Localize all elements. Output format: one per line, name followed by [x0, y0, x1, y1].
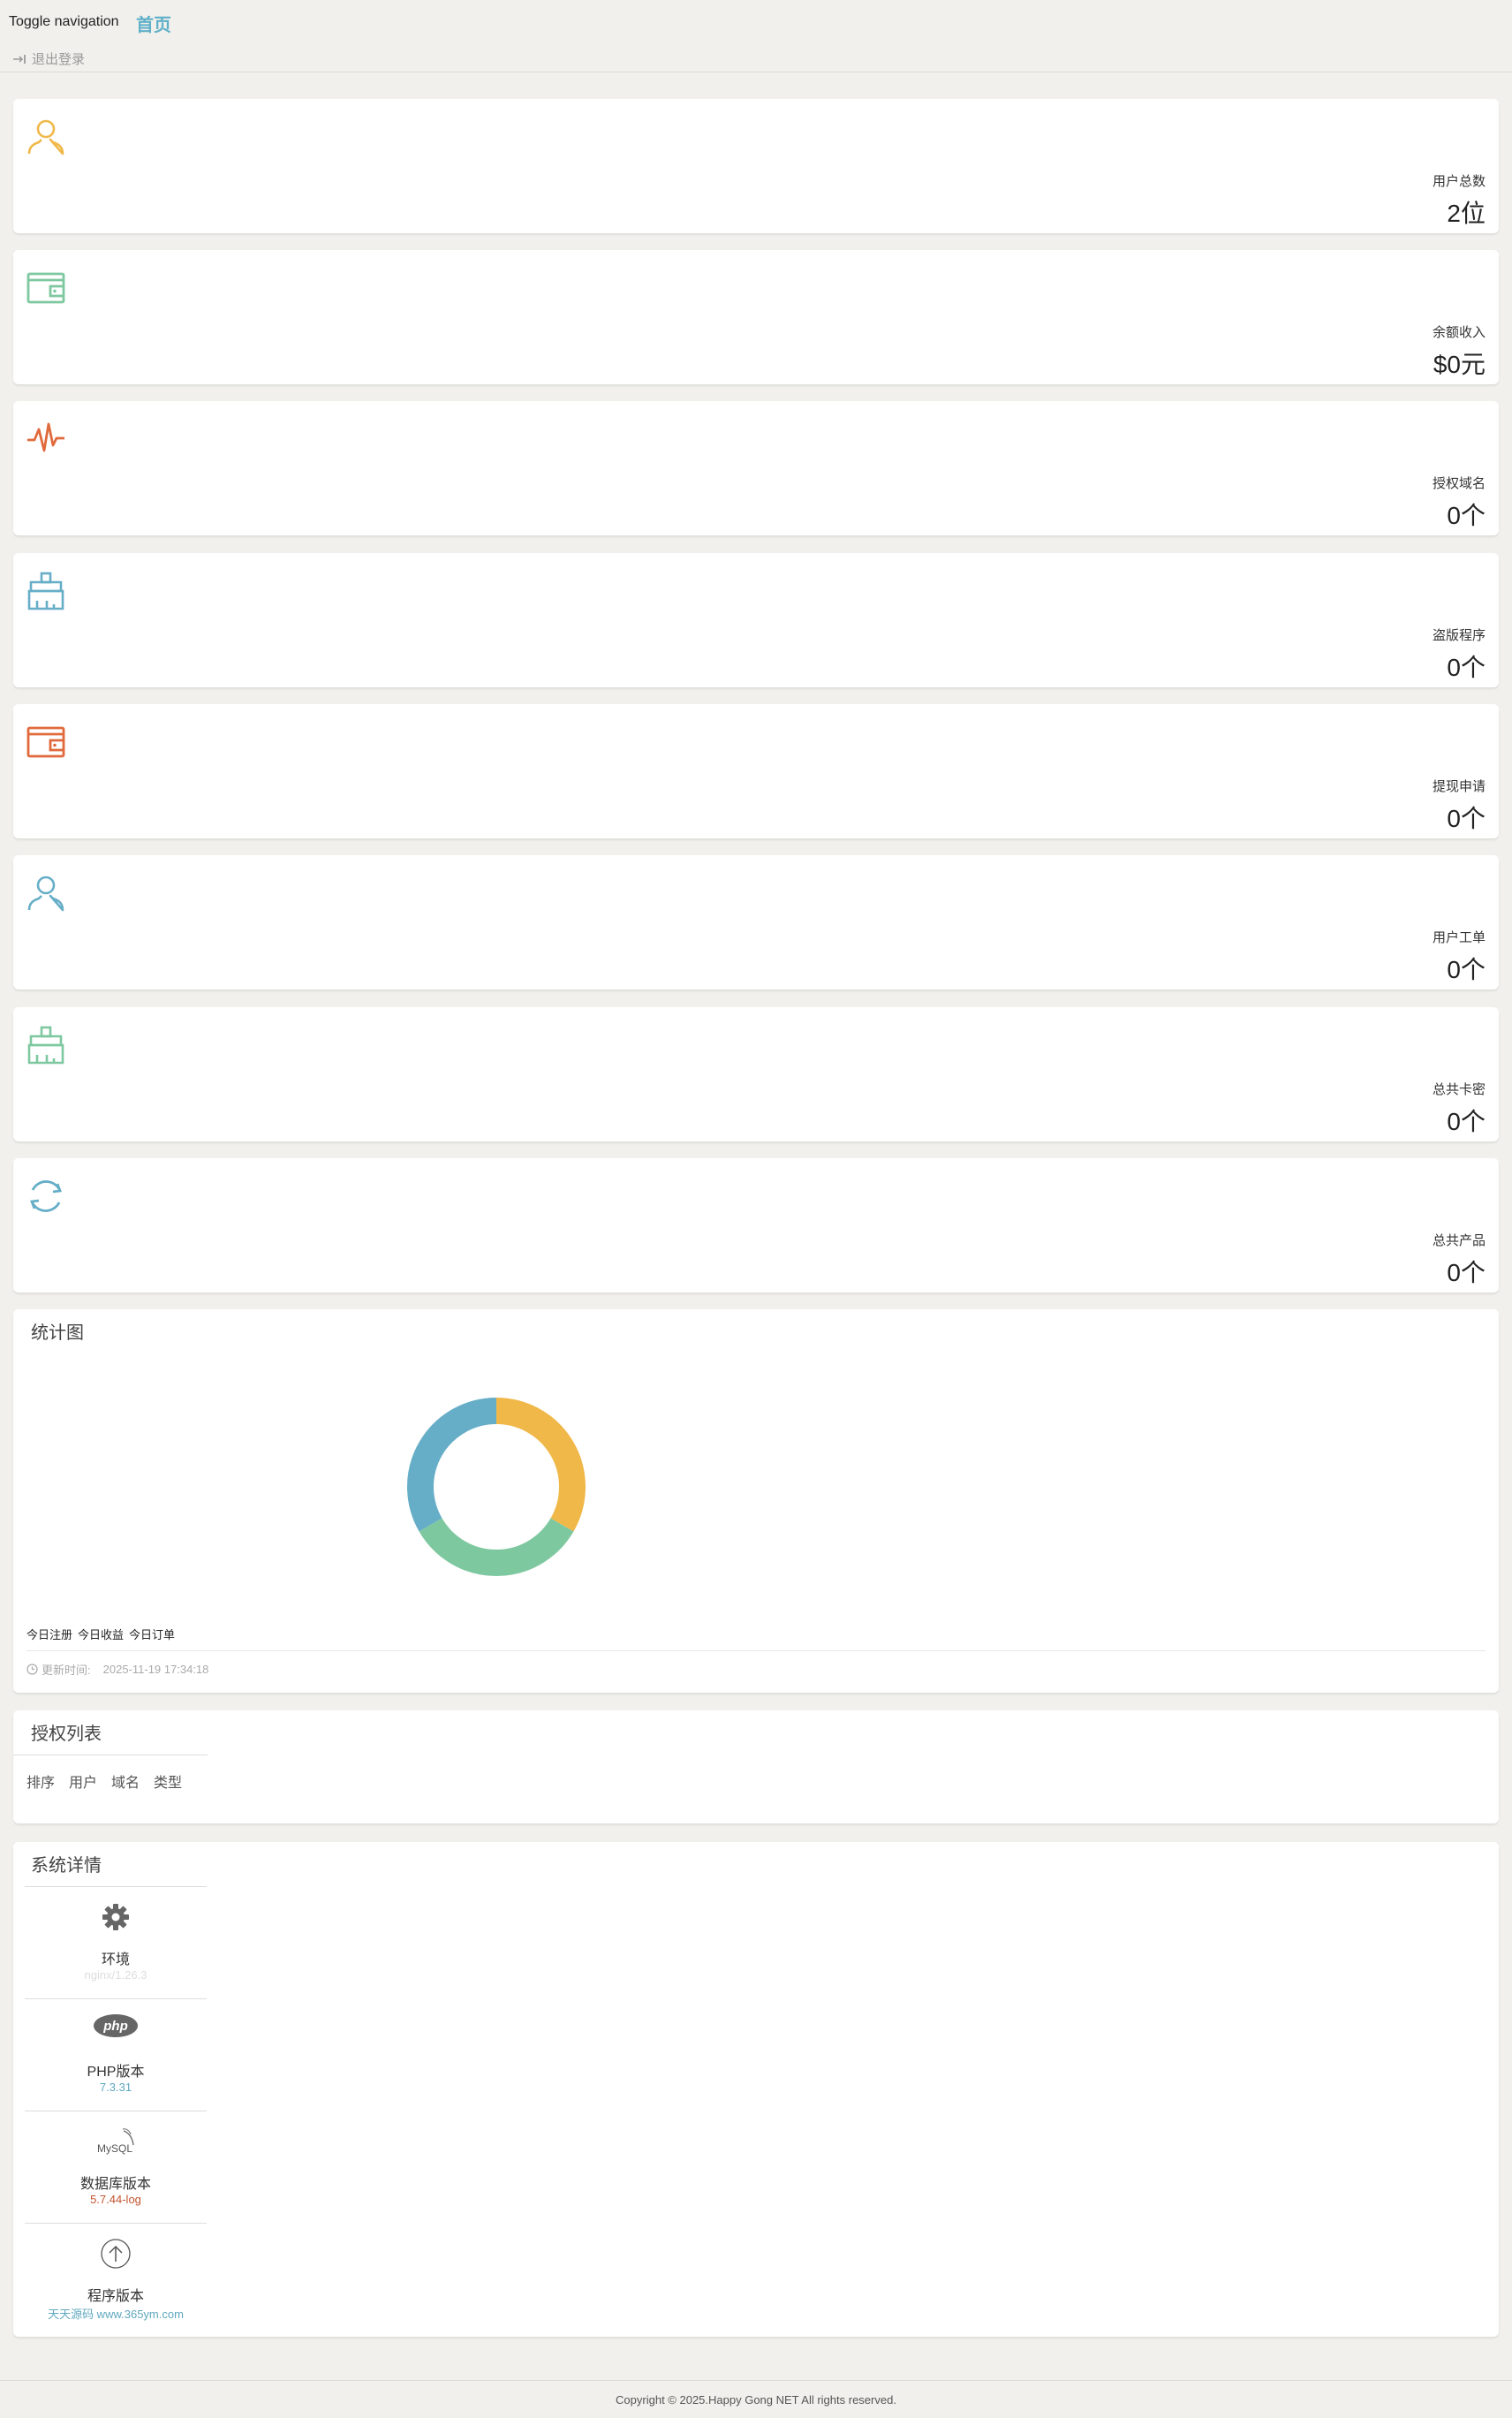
stat-label: 总共卡密 [1432, 1082, 1486, 1097]
copyright-text: Copyright © 2025.Happy Gong NET All righ… [616, 2393, 896, 2407]
pulse-icon [26, 419, 66, 459]
upload-arrow-icon [101, 2239, 131, 2269]
stat-value: 0个 [1447, 805, 1486, 832]
stat-label: 用户总数 [1432, 174, 1486, 189]
update-time-value: 2025-11-19 17:34:18 [102, 1663, 209, 1676]
donut-slice-register[interactable] [495, 1398, 586, 1532]
stat-value: 0个 [1447, 956, 1486, 983]
auth-table-header: 排序 用户 域名 类型 [26, 1770, 182, 1792]
donut-slice-orders[interactable] [407, 1398, 497, 1532]
sys-item-name: 数据库版本 [79, 2177, 151, 2192]
auth-list-title: 授权列表 [31, 1724, 102, 1744]
update-time-row: 更新时间: 2025-11-19 17:34:18 [26, 1661, 208, 1678]
toggle-navigation-button[interactable]: Toggle navigation [9, 14, 119, 30]
sys-item-name: PHP版本 [87, 2065, 145, 2080]
clock-icon [26, 1664, 38, 1675]
user-icon [26, 873, 66, 913]
stat-card-total-products: 总共产品 0个 [13, 1158, 1499, 1292]
auth-list-panel: 授权列表 排序 用户 域名 类型 [13, 1710, 1499, 1823]
stat-value: 2位 [1447, 200, 1486, 227]
column-header-domain[interactable]: 域名 [111, 1770, 140, 1792]
system-details-title: 系统详情 [31, 1856, 102, 1876]
stat-value: 0个 [1447, 502, 1486, 529]
broom-icon [26, 571, 66, 611]
sys-item-program-version: 程序版本 天天源码 www.365ym.com [25, 2223, 207, 2335]
stat-card-total-card-keys: 总共卡密 0个 [13, 1007, 1499, 1141]
sys-item-value[interactable]: 天天源码 www.365ym.com [25, 2305, 207, 2322]
chart-legend: 今日注册 今日收益 今日订单 [26, 1626, 175, 1642]
update-time-label: 更新时间: [42, 1664, 91, 1677]
stat-value: 0个 [1447, 1108, 1486, 1135]
php-icon: php [94, 2014, 138, 2037]
svg-text:php: php [102, 2019, 128, 2034]
stat-value: 0个 [1447, 1259, 1486, 1286]
column-header-user[interactable]: 用户 [69, 1770, 97, 1792]
refresh-icon [26, 1176, 66, 1217]
sys-item-value: nginx/1.26.3 [84, 1968, 147, 1982]
sys-item-environment: 环境 nginx/1.26.3 [25, 1886, 207, 1998]
system-details-panel: 系统详情 环境 nginx/1.26.3 php PHP版本 7.3.31 My… [13, 1842, 1499, 2337]
stat-card-licensed-domains: 授权域名 0个 [13, 401, 1499, 535]
gear-icon [102, 1904, 129, 1930]
home-link[interactable]: 首页 [136, 11, 171, 36]
stat-card-withdrawal-requests: 提现申请 0个 [13, 704, 1499, 838]
logout-icon [13, 54, 26, 64]
stat-label: 提现申请 [1432, 779, 1486, 794]
sys-item-value: 5.7.44-log [90, 2193, 141, 2206]
svg-text:MySQL: MySQL [97, 2142, 132, 2155]
stat-value: $0元 [1433, 351, 1486, 378]
sys-item-value: 7.3.31 [99, 2081, 132, 2094]
stat-label: 盗版程序 [1432, 628, 1486, 643]
stat-label: 用户工单 [1432, 930, 1486, 945]
stat-label: 授权域名 [1432, 476, 1486, 491]
stat-value: 0个 [1447, 654, 1486, 681]
chart-panel-title: 统计图 [31, 1323, 84, 1343]
divider [26, 1650, 1486, 1651]
stat-card-user-count: 用户总数 2位 [13, 99, 1499, 233]
column-header-order[interactable]: 排序 [26, 1770, 55, 1792]
mysql-icon: MySQL [97, 2128, 134, 2155]
donut-chart [407, 1398, 586, 1576]
legend-item-register: 今日注册 [26, 1628, 73, 1641]
footer: Copyright © 2025.Happy Gong NET All righ… [0, 2380, 1512, 2418]
sys-item-name: 程序版本 [87, 2289, 144, 2304]
wallet-icon [26, 722, 66, 762]
legend-item-orders: 今日订单 [129, 1628, 176, 1641]
stat-card-user-tickets: 用户工单 0个 [13, 855, 1499, 989]
broom-icon [26, 1025, 66, 1065]
wallet-icon [26, 268, 66, 308]
user-icon [26, 117, 66, 157]
stat-label: 余额收入 [1432, 325, 1486, 340]
donut-slice-income[interactable] [419, 1518, 574, 1576]
logout-label: 退出登录 [32, 52, 86, 67]
chart-panel: 统计图 今日注册 今日收益 今日订单 更新时间: 2025-11-19 17:3… [13, 1309, 1499, 1693]
logout-link[interactable]: 退出登录 [12, 49, 85, 68]
stat-card-pirated-programs: 盗版程序 0个 [13, 553, 1499, 687]
stat-card-balance-income: 余额收入 $0元 [13, 250, 1499, 384]
column-header-type[interactable]: 类型 [154, 1770, 182, 1792]
stat-label: 总共产品 [1432, 1233, 1486, 1248]
legend-item-income: 今日收益 [78, 1628, 125, 1641]
sys-item-name: 环境 [101, 1952, 130, 1967]
top-navbar: Toggle navigation 首页 退出登录 [0, 0, 1512, 72]
sys-item-database: MySQL 数据库版本 5.7.44-log [25, 2111, 207, 2223]
sys-item-php: php PHP版本 7.3.31 [25, 1998, 207, 2111]
